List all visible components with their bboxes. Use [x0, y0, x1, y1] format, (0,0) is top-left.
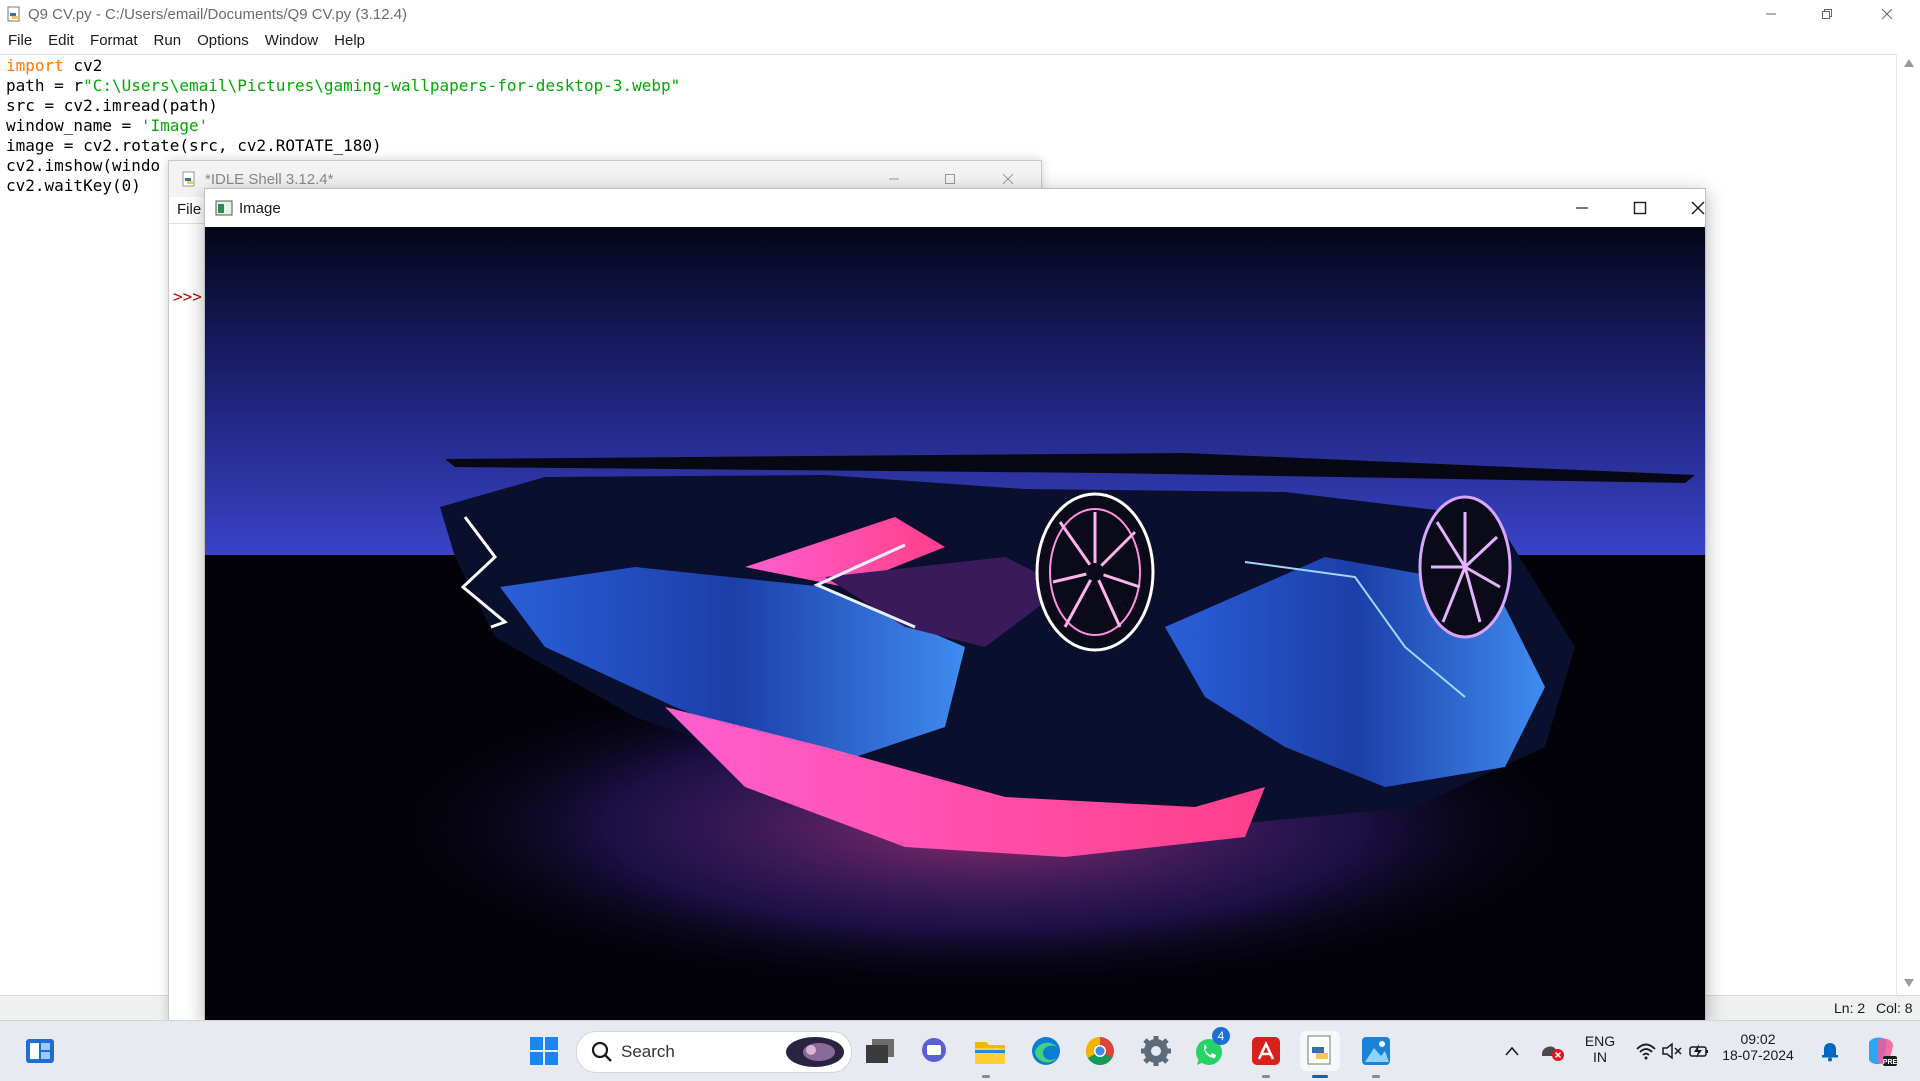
- search-highlight-icon: [786, 1037, 844, 1067]
- tray-app-button[interactable]: [1534, 1031, 1570, 1071]
- edge-button[interactable]: [1026, 1031, 1066, 1071]
- photos-button[interactable]: [1356, 1031, 1396, 1071]
- running-indicator: [982, 1075, 990, 1078]
- image-canvas: [205, 227, 1705, 1021]
- folder-icon: [975, 1042, 1005, 1064]
- close-icon: [1881, 8, 1893, 20]
- search-icon: [591, 1041, 612, 1062]
- close-button[interactable]: [1864, 0, 1910, 28]
- quick-settings-button[interactable]: [1630, 1031, 1716, 1071]
- image-window-title: Image: [239, 200, 281, 217]
- menu-run[interactable]: Run: [146, 28, 190, 54]
- widgets-button[interactable]: [20, 1031, 60, 1071]
- teams-chat-button[interactable]: [914, 1031, 954, 1071]
- image-maximize-button[interactable]: [1617, 194, 1663, 222]
- maximize-icon: [1633, 201, 1647, 215]
- active-indicator: [1312, 1075, 1328, 1078]
- battery-charging-icon: [1689, 1044, 1708, 1058]
- python-editor-icon: [1307, 1035, 1331, 1065]
- editor-titlebar: Q9 CV.py - C:/Users/email/Documents/Q9 C…: [0, 0, 1920, 28]
- restore-icon: [1822, 9, 1832, 19]
- volume-muted-icon: [1662, 1042, 1682, 1060]
- minimize-icon: [1576, 207, 1588, 209]
- acrobat-button[interactable]: [1246, 1031, 1286, 1071]
- menu-edit[interactable]: Edit: [40, 28, 82, 54]
- copilot-button[interactable]: PRE: [1860, 1031, 1900, 1071]
- restore-button[interactable]: [1804, 0, 1850, 28]
- code-line-5: image = cv2.rotate(src, cv2.ROTATE_180): [6, 136, 382, 155]
- search-label: Search: [621, 1042, 675, 1061]
- settings-button[interactable]: [1136, 1031, 1176, 1071]
- shell-title: *IDLE Shell 3.12.4*: [205, 171, 334, 188]
- window-title: Q9 CV.py - C:/Users/email/Documents/Q9 C…: [28, 6, 408, 23]
- clock-date: 18-07-2024: [1722, 1047, 1794, 1063]
- tray-app-icon: [1542, 1046, 1564, 1061]
- opencv-window-icon: [215, 200, 233, 216]
- file-explorer-button[interactable]: [970, 1031, 1010, 1071]
- car-wallpaper-image: [205, 227, 1705, 1021]
- image-window: Image: [204, 188, 1706, 1022]
- start-button[interactable]: [524, 1031, 564, 1071]
- menu-options[interactable]: Options: [189, 28, 257, 54]
- scroll-down-icon[interactable]: [1903, 978, 1915, 988]
- close-icon: [1691, 201, 1705, 215]
- editor-menubar: File Edit Format Run Options Window Help: [0, 28, 1920, 55]
- status-col: Col: 8: [1876, 1000, 1913, 1016]
- show-hidden-icons-button[interactable]: [1494, 1031, 1530, 1071]
- region-code: IN: [1593, 1049, 1607, 1065]
- notification-badge: 4: [1212, 1027, 1230, 1045]
- chrome-icon: [1086, 1037, 1114, 1065]
- svg-text:PRE: PRE: [1883, 1059, 1897, 1066]
- menu-window[interactable]: Window: [257, 28, 326, 54]
- scroll-up-icon[interactable]: [1903, 58, 1915, 68]
- clock[interactable]: 09:02 18-07-2024: [1716, 1031, 1800, 1063]
- input-language[interactable]: ENG IN: [1574, 1033, 1626, 1065]
- acrobat-icon: [1252, 1037, 1280, 1065]
- whatsapp-button[interactable]: 4: [1190, 1027, 1230, 1071]
- image-window-titlebar: Image: [205, 189, 1705, 227]
- menu-format[interactable]: Format: [82, 28, 146, 54]
- minimize-icon: [1766, 13, 1776, 15]
- wifi-icon: [1636, 1043, 1656, 1060]
- close-icon: [1002, 173, 1014, 185]
- minimize-icon: [889, 178, 899, 180]
- gear-icon: [1141, 1036, 1171, 1066]
- image-close-button[interactable]: [1675, 194, 1721, 222]
- editor-scrollbar[interactable]: [1896, 54, 1920, 994]
- code-line-2: path = r"C:\Users\email\Pictures\gaming-…: [6, 76, 681, 95]
- chrome-button[interactable]: [1080, 1031, 1120, 1071]
- maximize-icon: [945, 174, 955, 184]
- chat-icon: [922, 1038, 946, 1062]
- python-shell-icon: [182, 171, 195, 187]
- taskbar: Search 4 ENG IN 09:02 18-07-2024 PRE: [0, 1020, 1920, 1081]
- status-line: Ln: 2: [1834, 1000, 1866, 1016]
- running-indicator: [1372, 1075, 1380, 1078]
- shell-prompt[interactable]: >>>: [173, 287, 202, 306]
- running-indicator: [1262, 1075, 1270, 1078]
- bell-icon: [1822, 1043, 1838, 1062]
- image-minimize-button[interactable]: [1559, 194, 1605, 222]
- copilot-icon: PRE: [1869, 1037, 1897, 1066]
- clock-time: 09:02: [1740, 1031, 1776, 1047]
- language-code: ENG: [1584, 1033, 1616, 1049]
- python-file-icon: [7, 6, 20, 22]
- task-view-icon: [866, 1039, 894, 1063]
- widgets-icon: [26, 1039, 54, 1063]
- edge-icon: [1032, 1037, 1060, 1065]
- code-line-1: import cv2: [6, 56, 103, 75]
- notifications-button[interactable]: [1814, 1031, 1846, 1071]
- minimize-button[interactable]: [1748, 0, 1794, 28]
- taskbar-search[interactable]: Search: [576, 1031, 852, 1073]
- menu-help[interactable]: Help: [326, 28, 373, 54]
- task-view-button[interactable]: [860, 1031, 900, 1071]
- code-line-3: src = cv2.imread(path): [6, 96, 218, 115]
- idle-python-button[interactable]: [1300, 1031, 1340, 1071]
- code-line-4: window_name = 'Image': [6, 116, 209, 135]
- photos-icon: [1362, 1037, 1390, 1065]
- menu-file[interactable]: File: [0, 28, 40, 54]
- windows-logo-icon: [530, 1037, 558, 1065]
- chevron-up-icon: [1505, 1046, 1519, 1056]
